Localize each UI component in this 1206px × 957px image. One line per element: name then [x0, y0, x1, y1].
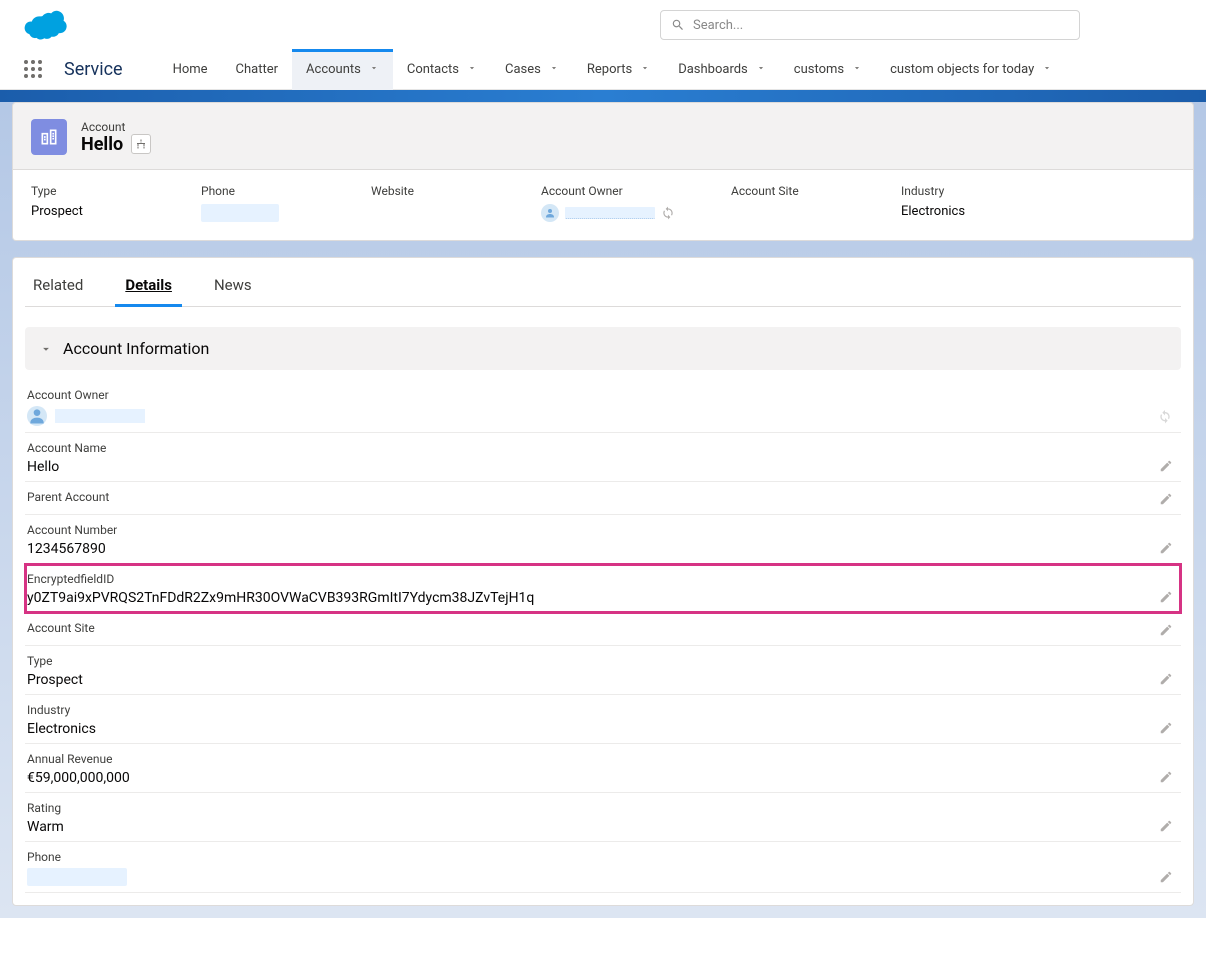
nav-item-contacts[interactable]: Contacts: [393, 50, 491, 90]
chevron-down-icon[interactable]: [467, 62, 477, 77]
redacted-owner-name: [55, 409, 145, 423]
highlight-industry: Industry Electronics: [901, 184, 1071, 222]
highlight-phone: Phone: [201, 184, 371, 222]
decorative-band: [0, 90, 1206, 102]
global-header: Search...: [0, 0, 1206, 50]
field-annual-revenue: Annual Revenue€59,000,000,000: [25, 744, 1181, 793]
nav-item-accounts[interactable]: Accounts: [292, 50, 393, 90]
record-name: Hello: [81, 134, 123, 155]
search-icon: [671, 18, 685, 32]
nav-item-custom-objects-for-today[interactable]: custom objects for today: [876, 50, 1066, 90]
hierarchy-button[interactable]: [131, 134, 151, 154]
edit-button[interactable]: [1157, 868, 1175, 886]
tab-related[interactable]: Related: [29, 258, 87, 306]
edit-button[interactable]: [1157, 490, 1175, 508]
tab-details[interactable]: Details: [121, 258, 176, 306]
edit-button[interactable]: [1157, 670, 1175, 688]
highlights-panel: Type Prospect Phone Website Account Owne…: [12, 170, 1194, 241]
field-encrypted-field-id: EncryptedfieldIDy0ZT9ai9xPVRQS2TnFDdR2Zx…: [25, 564, 1181, 613]
tab-news[interactable]: News: [210, 258, 256, 306]
chevron-down-icon[interactable]: [640, 62, 650, 77]
field-industry-field: IndustryElectronics: [25, 695, 1181, 744]
field-account-owner: Account Owner: [25, 380, 1181, 433]
nav-item-chatter[interactable]: Chatter: [222, 50, 293, 90]
chevron-down-icon[interactable]: [1042, 62, 1052, 77]
hierarchy-icon: [135, 138, 147, 150]
chevron-down-icon: [39, 342, 53, 356]
global-nav: Service HomeChatterAccountsContactsCases…: [0, 50, 1206, 90]
redacted-owner-name: [565, 207, 655, 219]
field-type-field: TypeProspect: [25, 646, 1181, 695]
owner-avatar-icon: [27, 406, 47, 426]
highlight-owner: Account Owner: [541, 184, 731, 222]
record-tabs: Related Details News: [25, 258, 1181, 307]
highlight-website: Website: [371, 184, 541, 222]
edit-button[interactable]: [1157, 768, 1175, 786]
record-detail-card: Related Details News Account Information A…: [12, 257, 1194, 906]
redacted-phone-value: [201, 204, 279, 222]
chevron-down-icon[interactable]: [549, 62, 559, 77]
nav-item-dashboards[interactable]: Dashboards: [664, 50, 780, 90]
app-name: Service: [64, 59, 123, 80]
redacted-value: [27, 868, 127, 886]
highlight-site: Account Site: [731, 184, 901, 222]
edit-button[interactable]: [1157, 457, 1175, 475]
nav-item-cases[interactable]: Cases: [491, 50, 573, 90]
chevron-down-icon[interactable]: [756, 62, 766, 77]
change-owner-button[interactable]: [661, 206, 675, 220]
owner-avatar-icon: [541, 204, 559, 222]
record-object-label: Account: [81, 120, 151, 134]
field-account-number: Account Number1234567890: [25, 515, 1181, 564]
global-search-input[interactable]: Search...: [660, 10, 1080, 40]
change-owner-button[interactable]: [1157, 408, 1175, 426]
edit-button[interactable]: [1157, 621, 1175, 639]
section-header-account-information[interactable]: Account Information: [25, 327, 1181, 370]
field-phone-field: Phone: [25, 842, 1181, 893]
app-launcher-icon[interactable]: [24, 60, 44, 80]
record-header: Account Hello: [12, 102, 1194, 170]
search-placeholder: Search...: [693, 18, 743, 33]
chevron-down-icon[interactable]: [369, 62, 379, 77]
highlight-type: Type Prospect: [31, 184, 201, 222]
field-account-site: Account Site: [25, 613, 1181, 646]
nav-item-home[interactable]: Home: [159, 50, 222, 90]
edit-button[interactable]: [1157, 719, 1175, 737]
edit-button[interactable]: [1157, 588, 1175, 606]
edit-button[interactable]: [1157, 817, 1175, 835]
nav-item-customs[interactable]: customs: [780, 50, 876, 90]
nav-item-reports[interactable]: Reports: [573, 50, 664, 90]
field-rating: RatingWarm: [25, 793, 1181, 842]
salesforce-logo-icon: [24, 10, 68, 40]
field-account-name: Account NameHello: [25, 433, 1181, 482]
chevron-down-icon[interactable]: [852, 62, 862, 77]
account-icon: [31, 119, 67, 155]
field-parent-account: Parent Account: [25, 482, 1181, 515]
edit-button[interactable]: [1157, 539, 1175, 557]
